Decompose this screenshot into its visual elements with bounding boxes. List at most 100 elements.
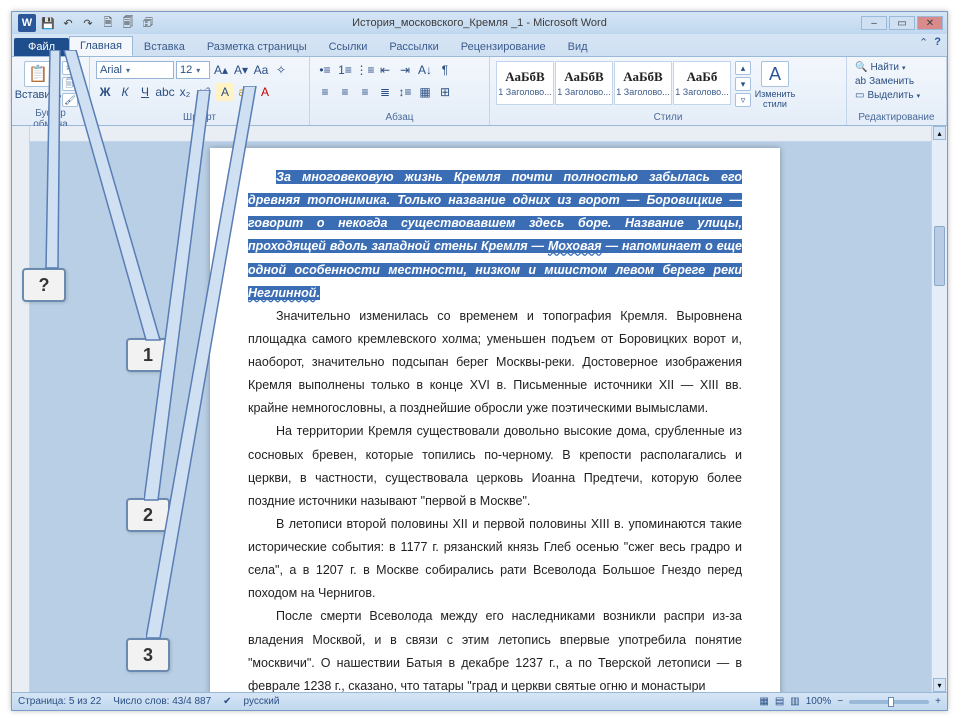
paragraph[interactable]: Значительно изменилась со временем и топ… — [248, 305, 742, 421]
style-item[interactable]: АаБбВ1 Заголово... — [614, 61, 672, 105]
replace-button[interactable]: abЗаменить — [853, 75, 922, 88]
find-icon: 🔍 — [855, 62, 867, 73]
clear-format-icon[interactable]: ✧ — [272, 61, 290, 79]
status-bar: Страница: 5 из 22 Число слов: 43/4 887 ✔… — [12, 692, 947, 710]
tab-home[interactable]: Главная — [69, 36, 133, 56]
tab-page-layout[interactable]: Разметка страницы — [196, 37, 318, 56]
numbering-icon[interactable]: 1≡ — [336, 61, 354, 79]
line-spacing-icon[interactable]: ↕≡ — [396, 83, 414, 101]
zoom-out-icon[interactable]: − — [837, 696, 843, 707]
maximize-button[interactable]: ▭ — [889, 16, 915, 30]
tab-review[interactable]: Рецензирование — [450, 37, 557, 56]
style-scroll-up-icon[interactable]: ▴ — [735, 61, 751, 75]
word-logo-icon: W — [18, 14, 36, 32]
undo-icon[interactable]: ↶ — [60, 15, 76, 31]
tab-references[interactable]: Ссылки — [318, 37, 379, 56]
save-icon[interactable]: 💾 — [40, 15, 56, 31]
style-gallery[interactable]: АаБбВ1 Заголово... АаБбВ1 Заголово... Аа… — [496, 61, 731, 105]
style-item[interactable]: АаБб1 Заголово... — [673, 61, 731, 105]
proofing-icon[interactable]: ✔ — [223, 696, 231, 707]
help-icon[interactable]: ? — [934, 36, 941, 49]
change-case-icon[interactable]: Aa — [252, 61, 270, 79]
font-color-icon[interactable]: A — [256, 83, 274, 101]
borders-icon[interactable]: ⊞ — [436, 83, 454, 101]
paragraph[interactable]: В летописи второй половины XII и первой … — [248, 513, 742, 606]
paragraph[interactable]: После смерти Всеволода между его наследн… — [248, 605, 742, 692]
shading-icon[interactable]: ▦ — [416, 83, 434, 101]
shrink-font-icon[interactable]: A▾ — [232, 61, 250, 79]
tab-insert[interactable]: Вставка — [133, 37, 196, 56]
group-paragraph: •≡ 1≡ ⋮≡ ⇤ ⇥ A↓ ¶ ≡ ≡ ≡ ≣ ↕≡ ▦ ⊞ — [310, 57, 490, 125]
select-icon: ▭ — [855, 90, 864, 101]
group-label: Редактирование — [853, 111, 940, 125]
zoom-in-icon[interactable]: + — [935, 696, 941, 707]
ribbon: 📋 Вставить ✂ 🗐 🖌 Буфер обмена Arial▾ 12▾… — [12, 56, 947, 126]
show-marks-icon[interactable]: ¶ — [436, 61, 454, 79]
paragraph[interactable]: На территории Кремля существовали доволь… — [248, 420, 742, 513]
change-styles-button[interactable]: A Изменить стили — [755, 61, 795, 109]
qat-icon[interactable]: 🗊 — [140, 15, 156, 31]
superscript-button[interactable]: x² — [196, 83, 214, 101]
scroll-thumb[interactable] — [934, 226, 945, 286]
paste-label: Вставить — [15, 89, 62, 101]
close-button[interactable]: ✕ — [917, 16, 943, 30]
font-size-combo[interactable]: 12▾ — [176, 61, 210, 79]
zoom-slider[interactable] — [849, 700, 929, 704]
style-item[interactable]: АаБбВ1 Заголово... — [555, 61, 613, 105]
highlight-icon[interactable]: ab — [236, 83, 254, 101]
align-center-icon[interactable]: ≡ — [336, 83, 354, 101]
group-editing: 🔍Найти▾ abЗаменить ▭Выделить▾ Редактиров… — [847, 57, 947, 125]
bold-button[interactable]: Ж — [96, 83, 114, 101]
minimize-button[interactable]: – — [861, 16, 887, 30]
justify-icon[interactable]: ≣ — [376, 83, 394, 101]
status-page[interactable]: Страница: 5 из 22 — [18, 696, 101, 707]
align-left-icon[interactable]: ≡ — [316, 83, 334, 101]
qat-icon[interactable]: 🗎 — [100, 15, 116, 31]
vertical-scrollbar[interactable]: ▴ ▾ — [931, 126, 947, 692]
underline-button[interactable]: Ч — [136, 83, 154, 101]
scroll-up-icon[interactable]: ▴ — [933, 126, 946, 140]
style-item[interactable]: АаБбВ1 Заголово... — [496, 61, 554, 105]
copy-icon[interactable]: 🗐 — [62, 77, 78, 91]
view-read-icon[interactable]: ▤ — [775, 696, 784, 707]
vertical-ruler[interactable] — [12, 126, 30, 692]
subscript-button[interactable]: x₂ — [176, 83, 194, 101]
paragraph-selected[interactable]: За многовековую жизнь Кремля почти полно… — [248, 166, 742, 305]
group-clipboard: 📋 Вставить ✂ 🗐 🖌 Буфер обмена — [12, 57, 90, 125]
increase-indent-icon[interactable]: ⇥ — [396, 61, 414, 79]
tab-view[interactable]: Вид — [557, 37, 599, 56]
qat-icon[interactable]: 🗐 — [120, 15, 136, 31]
minimize-ribbon-icon[interactable]: ⌃ — [919, 36, 928, 49]
find-button[interactable]: 🔍Найти▾ — [853, 61, 922, 74]
document-area[interactable]: За многовековую жизнь Кремля почти полно… — [30, 142, 931, 692]
group-label: Шрифт — [96, 111, 303, 125]
font-name-combo[interactable]: Arial▾ — [96, 61, 174, 79]
zoom-level[interactable]: 100% — [806, 696, 832, 707]
tab-mailings[interactable]: Рассылки — [378, 37, 449, 56]
callout-3: 3 — [126, 638, 170, 672]
horizontal-ruler[interactable] — [30, 126, 931, 142]
decrease-indent-icon[interactable]: ⇤ — [376, 61, 394, 79]
text-effects-icon[interactable]: A — [216, 83, 234, 101]
multilevel-icon[interactable]: ⋮≡ — [356, 61, 374, 79]
strike-button[interactable]: abc — [156, 83, 174, 101]
select-button[interactable]: ▭Выделить▾ — [853, 89, 922, 102]
bullets-icon[interactable]: •≡ — [316, 61, 334, 79]
align-right-icon[interactable]: ≡ — [356, 83, 374, 101]
file-tab[interactable]: Файл — [14, 38, 69, 56]
view-print-icon[interactable]: ▦ — [759, 696, 768, 707]
status-language[interactable]: русский — [244, 696, 280, 707]
redo-icon[interactable]: ↷ — [80, 15, 96, 31]
view-web-icon[interactable]: ▥ — [790, 696, 799, 707]
format-painter-icon[interactable]: 🖌 — [62, 93, 78, 107]
status-words[interactable]: Число слов: 43/4 887 — [113, 696, 211, 707]
italic-button[interactable]: К — [116, 83, 134, 101]
document-page[interactable]: За многовековую жизнь Кремля почти полно… — [210, 148, 780, 692]
cut-icon[interactable]: ✂ — [62, 61, 78, 75]
paste-button[interactable]: 📋 Вставить — [18, 61, 58, 101]
sort-icon[interactable]: A↓ — [416, 61, 434, 79]
scroll-down-icon[interactable]: ▾ — [933, 678, 946, 692]
style-scroll-down-icon[interactable]: ▾ — [735, 77, 751, 91]
grow-font-icon[interactable]: A▴ — [212, 61, 230, 79]
style-expand-icon[interactable]: ▿ — [735, 93, 751, 107]
